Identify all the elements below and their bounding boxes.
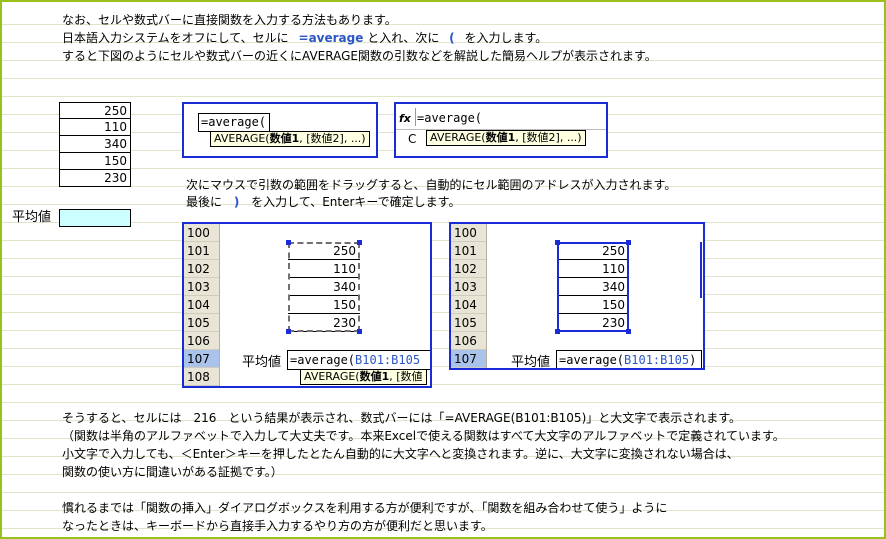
intro-code-average: =average [298, 31, 364, 45]
cell-formula-text: =average( [201, 115, 267, 129]
function-tooltip: AVERAGE(数値1, [数値2], ...) [426, 130, 586, 146]
value-cell[interactable]: 340 [59, 136, 131, 153]
example-range-drag: 100 101 102 103 104 105 106 107 108 250 … [182, 222, 432, 388]
example-cell-entry: =average( AVERAGE(数値1, [数値2], ...) [182, 102, 378, 158]
function-tooltip: AVERAGE(数値1, [数値 [300, 369, 427, 385]
row-header[interactable]: 104 [451, 296, 486, 314]
selection-handle[interactable] [626, 329, 631, 334]
tooltip-prefix: AVERAGE( [304, 370, 360, 383]
selection-handle[interactable] [357, 240, 362, 245]
formula-prefix: =average( [290, 353, 356, 367]
row-header[interactable]: 104 [184, 296, 219, 314]
row-header-selected[interactable]: 107 [184, 350, 219, 368]
middle-line-2: 最後に ) を入力して、Enterキーで確定します。 [186, 194, 461, 210]
column-letter: C [408, 132, 417, 146]
tooltip-prefix: AVERAGE( [214, 132, 270, 145]
middle-line-2-b: を入力して、Enterキーで確定します。 [251, 195, 461, 209]
selection-handle[interactable] [286, 329, 291, 334]
average-cell[interactable] [59, 209, 131, 227]
value-cell[interactable]: 150 [59, 153, 131, 170]
row-headers: 100 101 102 103 104 105 106 107 [451, 224, 487, 368]
middle-close-paren: ) [233, 195, 240, 209]
fx-icon[interactable]: fx [399, 112, 411, 125]
cell-formula-input[interactable]: =average(B101:B105 [287, 350, 430, 370]
intro-open-paren: ( [449, 31, 455, 45]
average-label: 平均値 [12, 210, 52, 225]
intro-line-2-a: 日本語入力システムをオフにして、セルに [62, 31, 289, 45]
bottom-line-2: （関数は半角のアルファベットで入力して大丈夫です。本来Excelで使える関数はす… [62, 429, 785, 443]
intro-line-2-b: と入れ、次に [367, 31, 440, 45]
selection-handle[interactable] [555, 240, 560, 245]
bottom-line-4: 関数の使い方に間違いがある証拠です。） [62, 465, 283, 479]
function-tooltip: AVERAGE(数値1, [数値2], ...) [210, 131, 370, 147]
cell-formula-input[interactable]: =average( [198, 113, 270, 132]
formula-range-ref: B101:B105 [355, 353, 421, 367]
row-header[interactable]: 105 [184, 314, 219, 332]
formula-prefix: =average( [559, 353, 625, 367]
cell-formula-input[interactable]: =average(B101:B105) [556, 350, 702, 368]
formula-range-ref: B101:B105 [624, 353, 690, 367]
row-header[interactable]: 100 [451, 224, 486, 242]
value-cell[interactable]: 230 [59, 170, 131, 187]
formula-bar-input[interactable]: =average( [417, 110, 482, 126]
selection-handle[interactable] [286, 240, 291, 245]
row-header-selected[interactable]: 107 [451, 350, 486, 368]
average-label: 平均値 [242, 355, 282, 370]
cell-edge-marker [700, 242, 702, 298]
selection-handle[interactable] [555, 329, 560, 334]
bottom-line-6: なったときは、キーボードから直接手入力するやり方の方が便利だと思います。 [62, 519, 493, 533]
tooltip-prefix: AVERAGE( [430, 131, 486, 144]
formula-suffix: ) [689, 353, 697, 367]
middle-line-1: 次にマウスで引数の範囲をドラッグすると、自動的にセル範囲のアドレスが入力されます… [186, 178, 677, 192]
selection-handle[interactable] [357, 329, 362, 334]
row-header[interactable]: 101 [451, 242, 486, 260]
range-selection-outline [288, 242, 360, 332]
bottom-line-5: 慣れるまでは「関数の挿入」ダイアログボックスを利用する方が便利ですが、「関数を組… [62, 501, 668, 515]
intro-line-2-c: を入力します。 [464, 31, 548, 45]
middle-line-2-a: 最後に [186, 195, 223, 209]
range-selection-outline [557, 242, 629, 332]
row-header[interactable]: 103 [184, 278, 219, 296]
row-header[interactable]: 106 [184, 332, 219, 350]
row-header[interactable]: 102 [184, 260, 219, 278]
value-cell[interactable]: 110 [59, 119, 131, 136]
value-cell[interactable]: 250 [59, 102, 131, 119]
example-formula-bar-entry: fx =average( C AVERAGE(数値1, [数値2], ...) [394, 102, 608, 158]
value-cells: 250 110 340 150 230 [59, 102, 131, 187]
intro-line-3: すると下図のようにセルや数式バーの近くにAVERAGE関数の引数などを解説した簡… [62, 49, 657, 63]
tooltip-suffix: , [数値2], ...) [299, 132, 366, 145]
tooltip-arg-bold: 数値1 [485, 131, 516, 144]
row-header[interactable]: 106 [451, 332, 486, 350]
row-header[interactable]: 108 [184, 368, 219, 386]
row-header[interactable]: 105 [451, 314, 486, 332]
selection-handle[interactable] [626, 240, 631, 245]
formula-bar-divider [415, 108, 416, 126]
spreadsheet: { "intro": { "line1": "なお、セルや数式バーに直接関数を入… [0, 0, 886, 539]
row-header[interactable]: 102 [451, 260, 486, 278]
tooltip-suffix: , [数値 [389, 370, 423, 383]
formula-bar-text: =average( [417, 111, 483, 125]
row-headers: 100 101 102 103 104 105 106 107 108 [184, 224, 220, 386]
row-header[interactable]: 100 [184, 224, 219, 242]
tooltip-arg-bold: 数値1 [269, 132, 300, 145]
average-label: 平均値 [511, 355, 551, 370]
bottom-line-3: 小文字で入力しても、＜Enter＞キーを押したとたん自動的に大文字へと変換されま… [62, 447, 739, 461]
intro-line-2: 日本語入力システムをオフにして、セルに =average と入れ、次に ( を入… [62, 30, 547, 46]
row-header[interactable]: 101 [184, 242, 219, 260]
tooltip-arg-bold: 数値1 [359, 370, 390, 383]
intro-line-1: なお、セルや数式バーに直接関数を入力する方法もあります。 [62, 13, 397, 27]
tooltip-suffix: , [数値2], ...) [515, 131, 582, 144]
row-header[interactable]: 103 [451, 278, 486, 296]
example-completed-formula: 100 101 102 103 104 105 106 107 250 110 … [449, 222, 705, 370]
bottom-line-1: そうすると、セルには 216 という結果が表示され、数式バーには「=AVERAG… [62, 411, 742, 425]
